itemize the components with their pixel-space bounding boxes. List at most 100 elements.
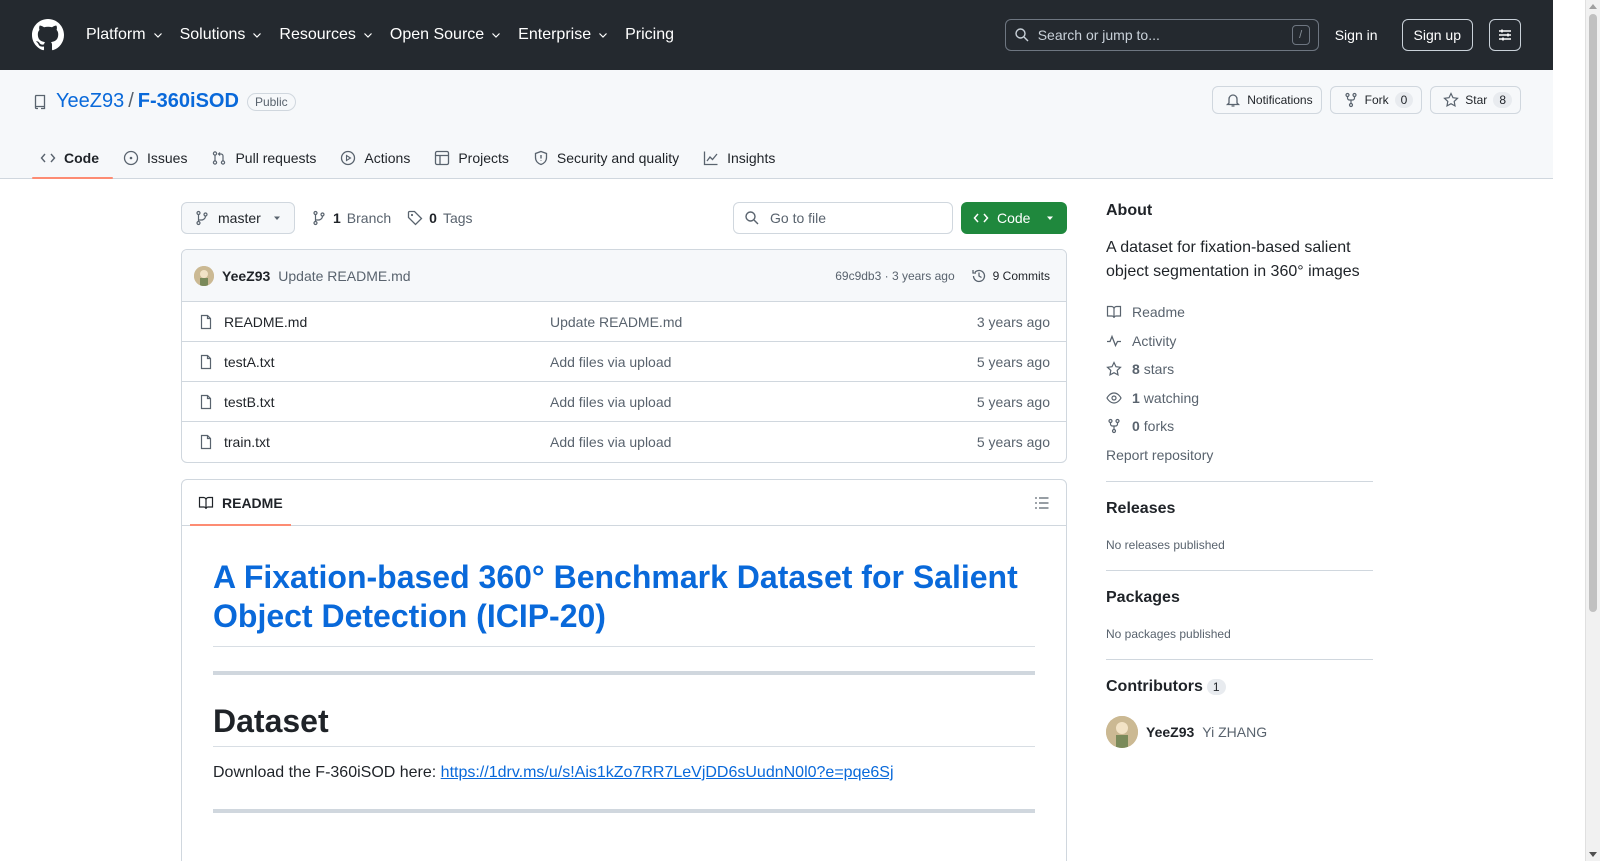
repo-name-link[interactable]: F-360iSOD	[138, 90, 239, 113]
chevron-down-icon	[363, 33, 372, 38]
packages-heading[interactable]: Packages	[1106, 589, 1373, 607]
branch-icon	[313, 210, 325, 226]
download-link[interactable]: https://1drv.ms/u/s!Ais1kZo7RR7LeVjDD6sU…	[441, 764, 894, 781]
fork-icon	[1108, 419, 1120, 434]
avatar[interactable]	[1106, 715, 1138, 748]
branch-label: Branch	[346, 210, 392, 226]
releases-heading[interactable]: Releases	[1106, 500, 1373, 518]
readme-link[interactable]: Readme	[1106, 298, 1373, 327]
sign-in-link[interactable]: Sign in	[1335, 27, 1378, 43]
github-logo-icon[interactable]	[32, 19, 64, 51]
tab-insights[interactable]: Insights	[695, 136, 789, 179]
issue-icon	[123, 150, 139, 165]
list-icon	[1035, 496, 1049, 509]
commit-author[interactable]: YeeZ93	[222, 268, 270, 284]
notifications-label: Notifications	[1247, 93, 1313, 107]
author-avatar[interactable]	[194, 265, 214, 286]
watching-count: 1	[1132, 389, 1140, 406]
file-name-link[interactable]: train.txt	[198, 434, 550, 450]
nav-label: Solutions	[179, 26, 246, 43]
fork-button[interactable]: Fork 0	[1329, 86, 1423, 114]
releases-section: Releases No releases published	[1106, 480, 1373, 552]
tab-security[interactable]: Security and quality	[525, 136, 693, 179]
page-scrollbar[interactable]	[1585, 0, 1600, 861]
code-button-label: Code	[997, 210, 1031, 226]
readme-section-heading: Dataset	[213, 701, 1035, 747]
file-name-link[interactable]: testB.txt	[198, 394, 550, 410]
scrollbar-thumb[interactable]	[1589, 14, 1597, 612]
nav-pricing[interactable]: Pricing	[625, 26, 674, 44]
chevron-down-icon	[492, 33, 501, 38]
tab-label: Projects	[458, 149, 509, 166]
nav-open-source[interactable]: Open Source	[390, 26, 502, 44]
commit-hash-time[interactable]: 69c9db3 · 3 years ago	[835, 269, 954, 283]
repo-actions: Notifications Fork 0 Star 8	[1212, 86, 1521, 114]
fork-count: 0	[1394, 92, 1414, 108]
file-age: 3 years ago	[976, 313, 1050, 330]
tab-pull-requests[interactable]: Pull requests	[203, 136, 330, 179]
readme-title[interactable]: A Fixation-based 360° Benchmark Dataset …	[213, 558, 1035, 647]
notifications-button[interactable]: Notifications	[1212, 86, 1322, 114]
nav-platform[interactable]: Platform	[86, 26, 164, 44]
tab-label: Insights	[727, 149, 776, 166]
contributors-heading[interactable]: Contributors	[1106, 678, 1203, 695]
contributors-heading-row: Contributors 1	[1106, 678, 1373, 696]
latest-commit-row: YeeZ93 Update README.md 69c9db3 · 3 year…	[182, 250, 1066, 302]
fork-label: Fork	[1364, 93, 1389, 107]
file-commit-message[interactable]: Add files via upload	[550, 434, 977, 450]
code-icon	[40, 153, 56, 162]
code-icon	[973, 213, 989, 223]
nav-solutions[interactable]: Solutions	[180, 26, 264, 44]
star-count: 8	[1493, 92, 1512, 108]
commit-message[interactable]: Update README.md	[278, 268, 410, 284]
contributor-item[interactable]: YeeZ93 Yi ZHANG	[1106, 715, 1373, 748]
watching-link[interactable]: 1 watching	[1106, 384, 1373, 413]
header-right: Search or jump to... / Sign in Sign up	[1004, 19, 1521, 51]
tab-issues[interactable]: Issues	[115, 136, 201, 179]
branches-link[interactable]: 1 Branch	[311, 210, 391, 226]
commits-history-link[interactable]: 9 Commits	[971, 268, 1050, 284]
stars-link[interactable]: 8 stars	[1106, 355, 1373, 384]
eye-icon	[1106, 392, 1122, 404]
tab-label: Pull requests	[235, 149, 317, 166]
activity-link[interactable]: Activity	[1106, 327, 1373, 356]
avatar-image-icon	[1106, 715, 1138, 748]
nav-enterprise[interactable]: Enterprise	[518, 26, 609, 44]
nav-label: Pricing	[625, 26, 674, 43]
file-commit-message[interactable]: Add files via upload	[550, 354, 977, 370]
repo-owner-link[interactable]: YeeZ93	[56, 90, 124, 113]
branch-name: master	[218, 210, 261, 226]
tab-label: Issues	[147, 149, 188, 166]
tab-actions[interactable]: Actions	[332, 136, 424, 179]
branch-selector[interactable]: master	[181, 202, 295, 234]
commits-count: 9 Commits	[992, 268, 1050, 283]
scroll-up-arrow-icon[interactable]	[1589, 4, 1597, 9]
tab-projects[interactable]: Projects	[426, 136, 523, 179]
packages-empty: No packages published	[1106, 626, 1231, 641]
star-button[interactable]: Star 8	[1430, 86, 1521, 114]
readme-panel: README A Fixation-based 360° Benchmark D…	[181, 479, 1067, 861]
code-dropdown-button[interactable]: Code	[961, 202, 1067, 234]
nav-label: Enterprise	[518, 26, 592, 43]
avatar-image-icon	[194, 265, 214, 286]
forks-link[interactable]: 0 forks	[1106, 412, 1373, 441]
file-commit-message[interactable]: Update README.md	[550, 314, 977, 330]
go-to-file-input[interactable]: Go to file	[733, 202, 953, 234]
report-repository-link[interactable]: Report repository	[1106, 447, 1373, 463]
nav-resources[interactable]: Resources	[279, 26, 373, 44]
branch-icon	[196, 210, 208, 226]
repo-description: A dataset for fixation-based salient obj…	[1106, 239, 1360, 280]
global-search-input[interactable]: Search or jump to... /	[1004, 19, 1319, 51]
sign-up-button[interactable]: Sign up	[1401, 19, 1473, 51]
file-name-link[interactable]: testA.txt	[198, 354, 550, 370]
outline-button[interactable]	[1034, 495, 1050, 511]
file-commit-message[interactable]: Add files via upload	[550, 394, 977, 410]
chevron-down-icon	[599, 33, 608, 38]
tags-link[interactable]: 0 Tags	[407, 210, 473, 226]
menu-button[interactable]	[1489, 19, 1521, 51]
tab-code[interactable]: Code	[32, 136, 113, 179]
readme-tab[interactable]: README	[190, 480, 291, 526]
scroll-down-arrow-icon[interactable]	[1589, 852, 1597, 857]
file-name-link[interactable]: README.md	[198, 314, 550, 330]
file-name: README.md	[224, 313, 308, 330]
